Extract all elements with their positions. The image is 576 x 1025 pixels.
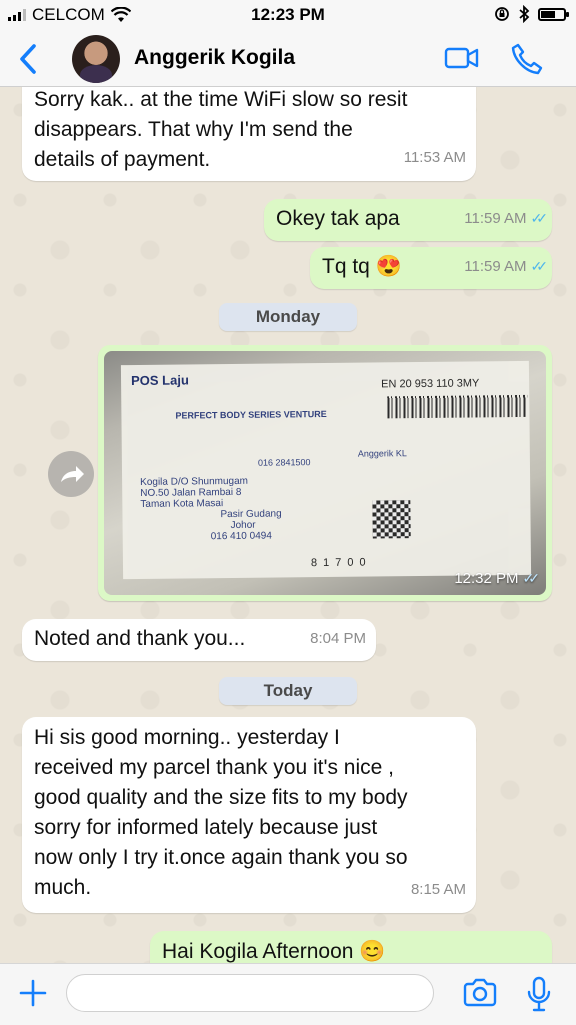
forward-arrow-icon xyxy=(61,466,84,482)
qr-code xyxy=(372,500,411,539)
battery-icon xyxy=(538,7,569,21)
image-meta: 12:32 PM ✓✓ xyxy=(454,570,541,587)
status-bar: CELCOM 12:23 PM xyxy=(0,0,576,32)
message-bubble-incoming[interactable]: Hi sis good morning.. yesterday I receiv… xyxy=(22,717,476,913)
contact-name[interactable]: Anggerik Kogila xyxy=(134,46,295,70)
message-text: Tq tq xyxy=(322,255,370,278)
clock: 12:23 PM xyxy=(251,5,325,24)
message-time: 12:32 PM xyxy=(454,570,519,587)
image-message[interactable]: POS Laju EN 20 953 110 3MY PERFECT BODY … xyxy=(98,345,552,601)
rotation-lock-icon xyxy=(495,7,509,21)
message-bubble-incoming[interactable]: Sorry kak.. at the time WiFi slow so res… xyxy=(22,87,476,181)
message-text: Okey tak apa xyxy=(276,207,400,230)
message-bubble-outgoing[interactable]: Okey tak apa 11:59 AM ✓✓ xyxy=(264,199,552,241)
message-time: 8:15 AM xyxy=(410,881,466,898)
video-call-icon[interactable] xyxy=(444,44,480,72)
message-text-line: good quality and the size fits to my bod… xyxy=(34,786,408,809)
receipt-phone: 016 2841500 xyxy=(257,457,311,468)
receipt-postcode: 81700 xyxy=(310,556,372,570)
smiling-emoji: 😊 xyxy=(359,940,386,963)
phone-call-icon[interactable] xyxy=(510,42,544,76)
plus-icon[interactable] xyxy=(18,978,48,1008)
receipt-photo[interactable]: POS Laju EN 20 953 110 3MY PERFECT BODY … xyxy=(104,351,546,595)
chat-header: Anggerik Kogila xyxy=(0,32,576,87)
receipt-sender: PERFECT BODY SERIES VENTURE xyxy=(175,408,327,421)
message-time: 11:53 AM xyxy=(403,149,466,166)
read-receipt-icon: ✓✓ xyxy=(530,210,549,226)
message-text-line: Hi sis good morning.. yesterday I xyxy=(34,726,340,749)
message-bubble-outgoing[interactable]: Hai Kogila Afternoon 😊 xyxy=(150,931,552,963)
contact-avatar[interactable] xyxy=(72,35,120,83)
message-text-line: Sorry kak.. at the time WiFi slow so res… xyxy=(34,88,408,111)
receipt-name-tag: Anggerik KL xyxy=(357,448,407,459)
message-text-line: much. xyxy=(34,876,92,899)
forward-button[interactable] xyxy=(48,451,94,497)
message-bubble-outgoing[interactable]: Tq tq 😍 11:59 AM ✓✓ xyxy=(310,247,552,289)
message-time: 11:59 AM xyxy=(464,210,527,227)
message-text-line: details of payment. xyxy=(34,148,211,171)
message-text: Hai Kogila Afternoon xyxy=(162,940,354,963)
receipt-tracking: EN 20 953 110 3MY xyxy=(381,377,480,391)
message-text-line: now only I try it.once again thank you s… xyxy=(34,846,408,869)
read-receipt-icon: ✓✓ xyxy=(522,570,541,586)
message-bubble-incoming[interactable]: Noted and thank you... 8:04 PM xyxy=(22,619,376,661)
barcode xyxy=(387,394,528,419)
bluetooth-icon xyxy=(519,5,530,23)
read-receipt-icon: ✓✓ xyxy=(530,258,549,274)
camera-icon[interactable] xyxy=(462,978,498,1008)
message-input[interactable] xyxy=(66,974,434,1012)
microphone-icon[interactable] xyxy=(526,976,552,1012)
message-list[interactable]: Sorry kak.. at the time WiFi slow so res… xyxy=(0,87,576,963)
message-text-line: received my parcel thank you it's nice , xyxy=(34,756,395,779)
message-time: 8:04 PM xyxy=(310,630,366,647)
message-text: Noted and thank you... xyxy=(34,627,246,650)
receipt-recipient: Kogila D/O Shunmugam NO.50 Jalan Rambai … xyxy=(140,475,282,543)
consignment-note: POS Laju EN 20 953 110 3MY PERFECT BODY … xyxy=(120,360,532,580)
day-separator: Monday xyxy=(219,303,357,331)
message-time: 11:59 AM xyxy=(464,258,527,275)
receipt-brand: POS Laju xyxy=(130,372,189,389)
compose-bar xyxy=(0,963,576,1025)
heart-eyes-emoji: 😍 xyxy=(375,255,402,278)
message-text-line: disappears. That why I'm send the xyxy=(34,118,353,141)
message-meta: 11:59 AM ✓✓ xyxy=(464,203,549,234)
message-meta: 11:59 AM ✓✓ xyxy=(464,251,549,282)
message-text-line: sorry for informed lately because just xyxy=(34,816,378,839)
back-chevron-icon[interactable] xyxy=(14,42,44,76)
day-separator: Today xyxy=(219,677,357,705)
